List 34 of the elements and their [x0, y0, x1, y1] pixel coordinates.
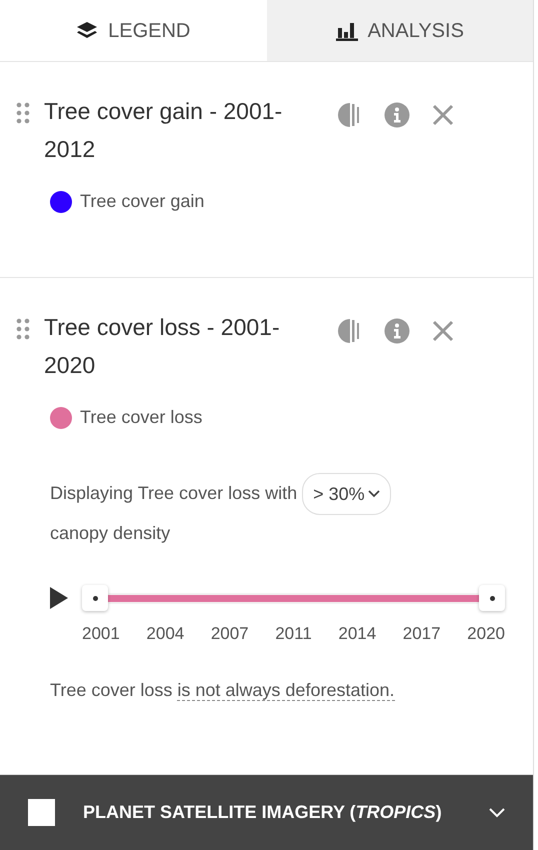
- checkbox[interactable]: [28, 799, 55, 826]
- year-label: 2017: [402, 623, 441, 645]
- opacity-icon[interactable]: [338, 102, 362, 128]
- deforestation-link[interactable]: is not always deforestation.: [177, 680, 394, 700]
- drag-handle-icon[interactable]: [16, 318, 30, 340]
- year-label: 2011: [275, 623, 312, 645]
- close-icon[interactable]: [432, 320, 454, 342]
- note-text: Tree cover loss is not always deforestation.: [50, 678, 396, 702]
- year-label: 2001: [82, 623, 120, 645]
- density-text: canopy density: [50, 523, 170, 543]
- tab[interactable]: ANALYSIS: [266, 0, 533, 61]
- year-label: 2004: [146, 623, 184, 645]
- slider-handle[interactable]: [479, 585, 505, 611]
- chevron-down-icon[interactable]: [489, 808, 505, 818]
- drag-handle-icon[interactable]: [16, 102, 30, 124]
- basemap-title: PLANET SATELLITE IMAGERY (TROPICS): [83, 801, 443, 824]
- bar-chart-icon: [336, 20, 358, 40]
- opacity-icon[interactable]: [338, 318, 362, 344]
- slider-handle[interactable]: [82, 585, 108, 611]
- density-dropdown[interactable]: > 30%: [302, 473, 391, 515]
- play-icon[interactable]: [50, 587, 68, 609]
- layers-icon: [76, 20, 98, 40]
- year-label: 2007: [210, 623, 249, 645]
- layer-title: Tree cover loss - 2001-2020: [44, 313, 281, 380]
- info-icon[interactable]: [384, 318, 410, 344]
- density-text: Displaying Tree cover loss with: [50, 482, 298, 503]
- info-icon[interactable]: [384, 102, 410, 128]
- year-label: 2014: [338, 623, 376, 645]
- close-icon[interactable]: [432, 104, 454, 126]
- layer-title: Tree cover gain - 2001-2012: [44, 97, 284, 164]
- year-label: 2020: [467, 623, 505, 645]
- legend-label: Tree cover gain: [80, 190, 204, 213]
- legend-label: Tree cover loss: [80, 406, 202, 429]
- chevron-down-icon: [368, 490, 380, 498]
